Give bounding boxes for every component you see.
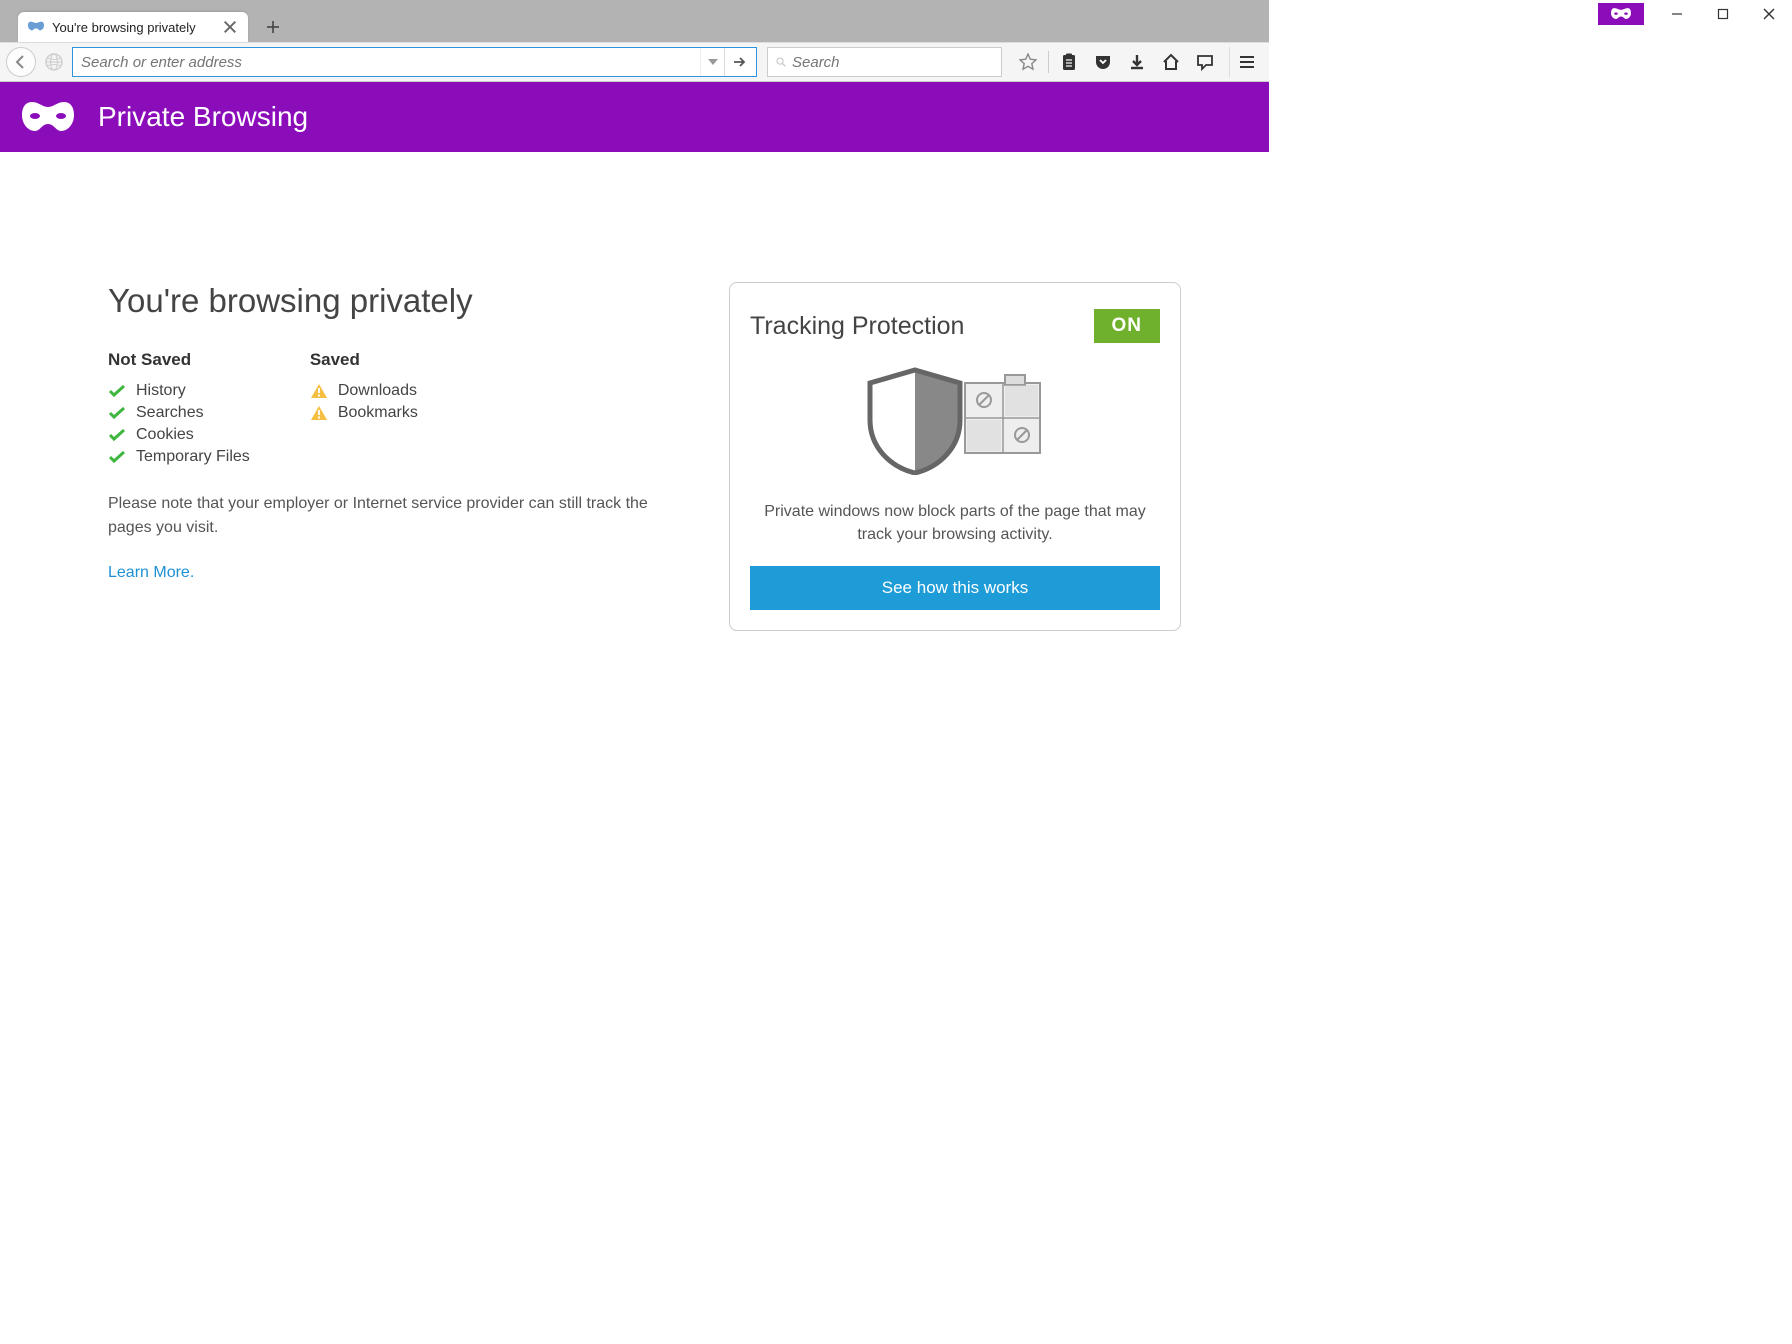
list-item-label: Temporary Files (136, 448, 250, 466)
new-tab-button[interactable] (258, 12, 288, 42)
content-area: You're browsing privately Not Saved Hist… (0, 152, 1269, 631)
on-badge[interactable]: ON (1094, 309, 1161, 343)
tab-active[interactable]: You're browsing privately (18, 12, 248, 42)
back-button[interactable] (6, 47, 36, 77)
saved-label: Saved (310, 350, 418, 370)
window-controls (1598, 0, 1792, 28)
list-item: Searches (108, 402, 250, 424)
private-browsing-header: Private Browsing (0, 82, 1269, 152)
separator (1048, 51, 1049, 73)
search-input[interactable] (792, 54, 993, 71)
note-text: Please note that your employer or Intern… (108, 492, 659, 540)
not-saved-column: Not Saved History Searches Cookies Tempo… (108, 350, 250, 468)
chat-icon[interactable] (1189, 47, 1221, 77)
list-item-label: Searches (136, 404, 204, 422)
titlebar (0, 0, 1269, 8)
see-how-button[interactable]: See how this works (750, 566, 1160, 610)
menu-button[interactable] (1229, 47, 1263, 77)
home-icon[interactable] (1155, 47, 1187, 77)
go-button[interactable] (724, 48, 752, 76)
clipboard-icon[interactable] (1053, 47, 1085, 77)
bookmark-star-icon[interactable] (1012, 47, 1044, 77)
list-item-label: Cookies (136, 426, 194, 444)
saved-column: Saved Downloads Bookmarks (310, 350, 418, 468)
list-item: Downloads (310, 380, 418, 402)
list-item-label: Bookmarks (338, 404, 418, 422)
address-dropdown-icon[interactable] (700, 48, 724, 76)
list-item: Cookies (108, 424, 250, 446)
pocket-icon[interactable] (1087, 47, 1119, 77)
tab-title: You're browsing privately (52, 20, 216, 35)
tracking-protection-card: Tracking Protection ON Private windows n… (729, 282, 1181, 631)
mask-icon (28, 19, 44, 35)
shield-illustration (750, 365, 1160, 480)
card-title: Tracking Protection (750, 312, 964, 341)
left-column: You're browsing privately Not Saved Hist… (108, 282, 659, 631)
saved-lists: Not Saved History Searches Cookies Tempo… (108, 350, 659, 468)
list-item-label: Downloads (338, 382, 417, 400)
list-item: Bookmarks (310, 402, 418, 424)
tab-strip: You're browsing privately (0, 8, 1269, 42)
maximize-button[interactable] (1700, 0, 1746, 28)
mask-icon (22, 99, 74, 135)
main-heading: You're browsing privately (108, 282, 659, 320)
toolbar (0, 42, 1269, 82)
close-button[interactable] (1746, 0, 1792, 28)
downloads-icon[interactable] (1121, 47, 1153, 77)
card-description: Private windows now block parts of the p… (750, 500, 1160, 546)
globe-icon (44, 52, 64, 72)
learn-more-link[interactable]: Learn More. (108, 564, 194, 581)
address-bar[interactable] (72, 47, 757, 77)
tab-close-icon[interactable] (222, 19, 238, 35)
minimize-button[interactable] (1654, 0, 1700, 28)
list-item-label: History (136, 382, 186, 400)
header-title: Private Browsing (98, 101, 308, 133)
list-item: History (108, 380, 250, 402)
list-item: Temporary Files (108, 446, 250, 468)
search-bar[interactable] (767, 47, 1002, 77)
toolbar-icons (1012, 47, 1221, 77)
not-saved-label: Not Saved (108, 350, 250, 370)
address-input[interactable] (81, 54, 700, 71)
private-mode-badge (1598, 3, 1644, 25)
card-header: Tracking Protection ON (750, 309, 1160, 343)
